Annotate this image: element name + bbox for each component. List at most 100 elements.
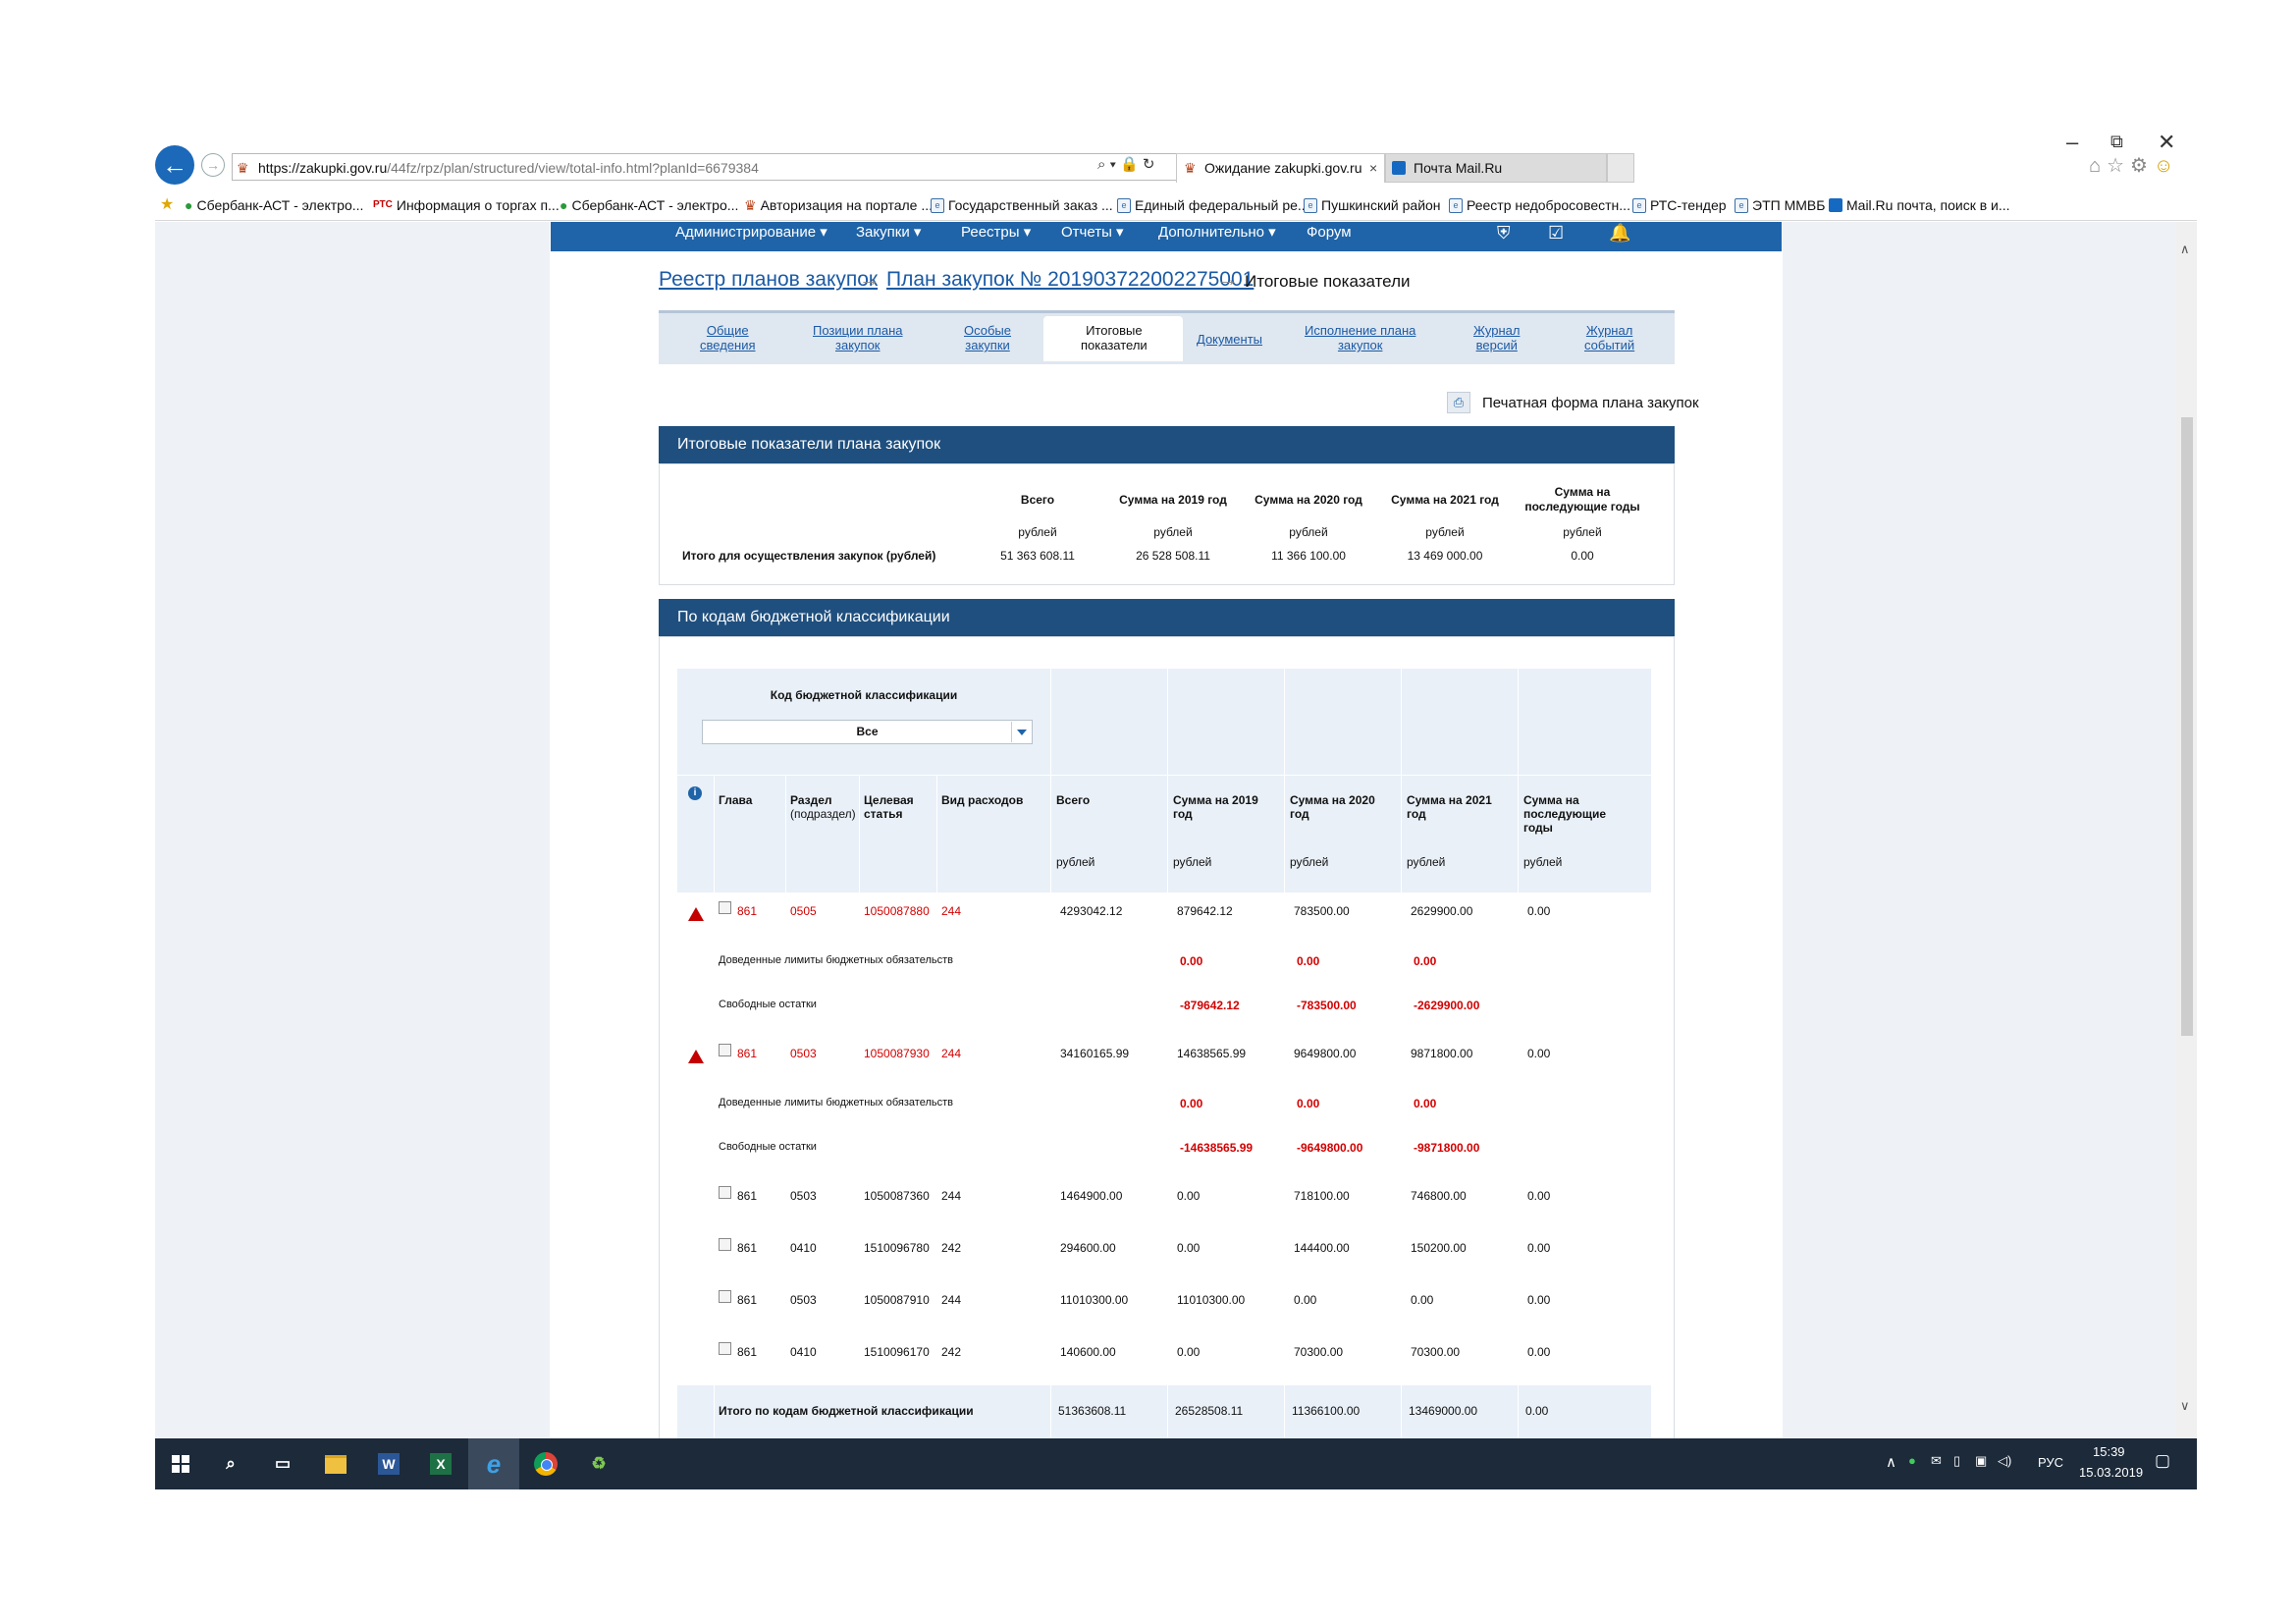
tab-event-log[interactable]: Журнал событий	[1584, 323, 1634, 352]
tab-mailru[interactable]: Почта Mail.Ru	[1385, 153, 1607, 183]
recycle-icon[interactable]: ♻	[585, 1450, 613, 1478]
menu-reports[interactable]: Отчеты ▾	[1061, 222, 1124, 243]
browser-tools[interactable]: ⌂☆⚙☺	[2089, 153, 2179, 178]
print-form-link[interactable]: Печатная форма плана закупок	[1482, 395, 1699, 411]
col-2019: Сумма на 2019	[1173, 793, 1258, 807]
fav-item[interactable]: ♛ Авторизация на портале ...	[744, 190, 933, 220]
cell-2021: 70300.00	[1411, 1345, 1461, 1359]
close-tab-icon[interactable]: ×	[1369, 154, 1377, 182]
minimize-button[interactable]: –	[2066, 130, 2078, 155]
row-checkbox[interactable]	[719, 901, 731, 914]
col-2020-sub: год	[1290, 807, 1309, 821]
file-explorer-icon[interactable]	[322, 1450, 349, 1478]
scroll-thumb[interactable]	[2181, 417, 2193, 1036]
fav-item[interactable]: e Реестр недобросовестн...	[1449, 190, 1630, 220]
excel-icon[interactable]: X	[427, 1450, 454, 1478]
fav-label: Mail.Ru почта, поиск в и...	[1846, 197, 2010, 213]
info-icon[interactable]: i	[688, 786, 702, 800]
chevron-down-icon[interactable]	[1011, 722, 1032, 742]
tab-general-info[interactable]: Общие сведения	[700, 323, 756, 352]
cell-2019: 879642.12	[1177, 904, 1233, 918]
scroll-down-icon[interactable]: ∨	[2180, 1398, 2190, 1414]
unit-label: рублей	[1173, 855, 1212, 869]
back-button[interactable]: ←	[155, 145, 194, 185]
printer-icon[interactable]: ⎙	[1447, 392, 1470, 413]
limits-label: Доведенные лимиты бюджетных обязательств	[719, 954, 953, 966]
cell-2019: 0.00	[1177, 1189, 1201, 1203]
menu-administration[interactable]: Администрирование ▾	[675, 222, 828, 243]
tab-version-log[interactable]: Журнал версий	[1473, 323, 1520, 352]
tray-chevron-up-icon[interactable]: ∧	[1886, 1453, 1896, 1471]
tab-special-purchases[interactable]: Особые закупки	[964, 323, 1011, 352]
row-checkbox[interactable]	[719, 1186, 731, 1199]
network-icon[interactable]: ▣	[1975, 1453, 1987, 1469]
fav-item[interactable]: e Пушкинский район	[1304, 190, 1441, 220]
row-checkbox[interactable]	[719, 1290, 731, 1303]
address-actions[interactable]: ⌕ ▾ 🔒 ↻	[1097, 155, 1154, 173]
row-checkbox[interactable]	[719, 1342, 731, 1355]
cell-2019: 11010300.00	[1177, 1293, 1246, 1307]
limit-2021: 0.00	[1414, 1097, 1437, 1110]
cell-glava: 861	[737, 1047, 758, 1060]
fav-item[interactable]: ● Сбербанк-АСТ - электро...	[560, 190, 738, 220]
mail-icon[interactable]: ✉	[1931, 1453, 1942, 1469]
breadcrumb-plans-registry[interactable]: Реестр планов закупок	[659, 268, 878, 292]
col-next: Сумма на	[1523, 793, 1579, 807]
tab-plan-execution[interactable]: Исполнение плана закупок	[1305, 323, 1415, 352]
menu-procurements[interactable]: Закупки ▾	[856, 222, 921, 243]
unit-label: рублей	[1425, 525, 1465, 539]
cell-razdel: 0410	[790, 1241, 817, 1255]
row-checkbox[interactable]	[719, 1044, 731, 1056]
summary-section-header: Итоговые показатели плана закупок	[659, 426, 1675, 463]
restore-button[interactable]: ⧉	[2110, 132, 2123, 152]
clock-time[interactable]: 15:39	[2093, 1444, 2125, 1459]
home-icon[interactable]: ⌂	[2089, 155, 2107, 177]
address-bar[interactable]: ♛ https://zakupki.gov.ru/44fz/rpz/plan/s…	[232, 153, 1177, 181]
tab-plan-positions[interactable]: Позиции плана закупок	[813, 323, 903, 352]
summary-section-body	[659, 463, 1675, 585]
tab-totals[interactable]: Итоговые показатели	[1081, 323, 1148, 352]
task-view-icon[interactable]: ▭	[269, 1450, 296, 1478]
usb-icon[interactable]: ▯	[1953, 1453, 1960, 1469]
notification-center-icon[interactable]: ▢	[2155, 1451, 2170, 1471]
tab-documents[interactable]: Документы	[1197, 332, 1262, 347]
fav-item[interactable]: e ЭТП ММВБ	[1735, 190, 1825, 220]
col-razdel: Раздел	[790, 793, 832, 807]
fav-item[interactable]: e Государственный заказ ...	[931, 190, 1113, 220]
summary-col-2021: Сумма на 2021 год	[1391, 493, 1499, 507]
smiley-icon[interactable]: ☺	[2154, 155, 2179, 177]
new-tab-button[interactable]	[1607, 153, 1634, 183]
fav-item[interactable]: Mail.Ru почта, поиск в и...	[1829, 190, 2010, 220]
fav-item[interactable]: ● Сбербанк-АСТ - электро...	[185, 190, 363, 220]
close-window-button[interactable]: ✕	[2158, 130, 2175, 155]
menu-additional[interactable]: Дополнительно ▾	[1158, 222, 1276, 243]
kbk-filter-select[interactable]: Все	[702, 720, 1033, 744]
word-icon[interactable]: W	[375, 1450, 402, 1478]
kbk-filter-value: Все	[856, 725, 879, 738]
menu-registries[interactable]: Реестры ▾	[961, 222, 1031, 243]
messenger-icon[interactable]: ●	[1908, 1453, 1916, 1468]
fav-item[interactable]: e РТС-тендер	[1632, 190, 1727, 220]
row-checkbox[interactable]	[719, 1238, 731, 1251]
checkbox-notification-icon[interactable]: ☑	[1548, 222, 1564, 243]
forward-button[interactable]: →	[201, 153, 225, 177]
breadcrumb-plan[interactable]: План закупок № 201903722002275001	[886, 268, 1254, 292]
cell-next: 0.00	[1527, 1189, 1551, 1203]
chrome-icon[interactable]	[532, 1450, 560, 1478]
favorites-star-icon[interactable]: ☆	[2107, 155, 2130, 177]
search-icon[interactable]: ⌕	[217, 1450, 244, 1478]
tab-zakupki[interactable]: ♛ Ожидание zakupki.gov.ru ×	[1176, 153, 1385, 183]
scroll-up-icon[interactable]: ∧	[2180, 242, 2190, 257]
internet-explorer-icon[interactable]: e	[480, 1449, 507, 1479]
clock-date[interactable]: 15.03.2019	[2079, 1465, 2143, 1480]
fav-item[interactable]: РТС Информация о торгах п...	[373, 190, 560, 220]
windows-start-icon[interactable]	[167, 1450, 194, 1478]
gear-icon[interactable]: ⚙	[2130, 155, 2154, 177]
fav-item[interactable]: e Единый федеральный ре...	[1117, 190, 1309, 220]
bell-icon[interactable]: 🔔	[1609, 222, 1630, 243]
shield-icon[interactable]: ⛨	[1497, 222, 1511, 243]
menu-forum[interactable]: Форум	[1307, 222, 1352, 243]
language-indicator[interactable]: РУС	[2038, 1455, 2063, 1470]
favorites-star-icon[interactable]: ★	[160, 190, 174, 220]
volume-icon[interactable]: ◁)	[1998, 1453, 2011, 1469]
